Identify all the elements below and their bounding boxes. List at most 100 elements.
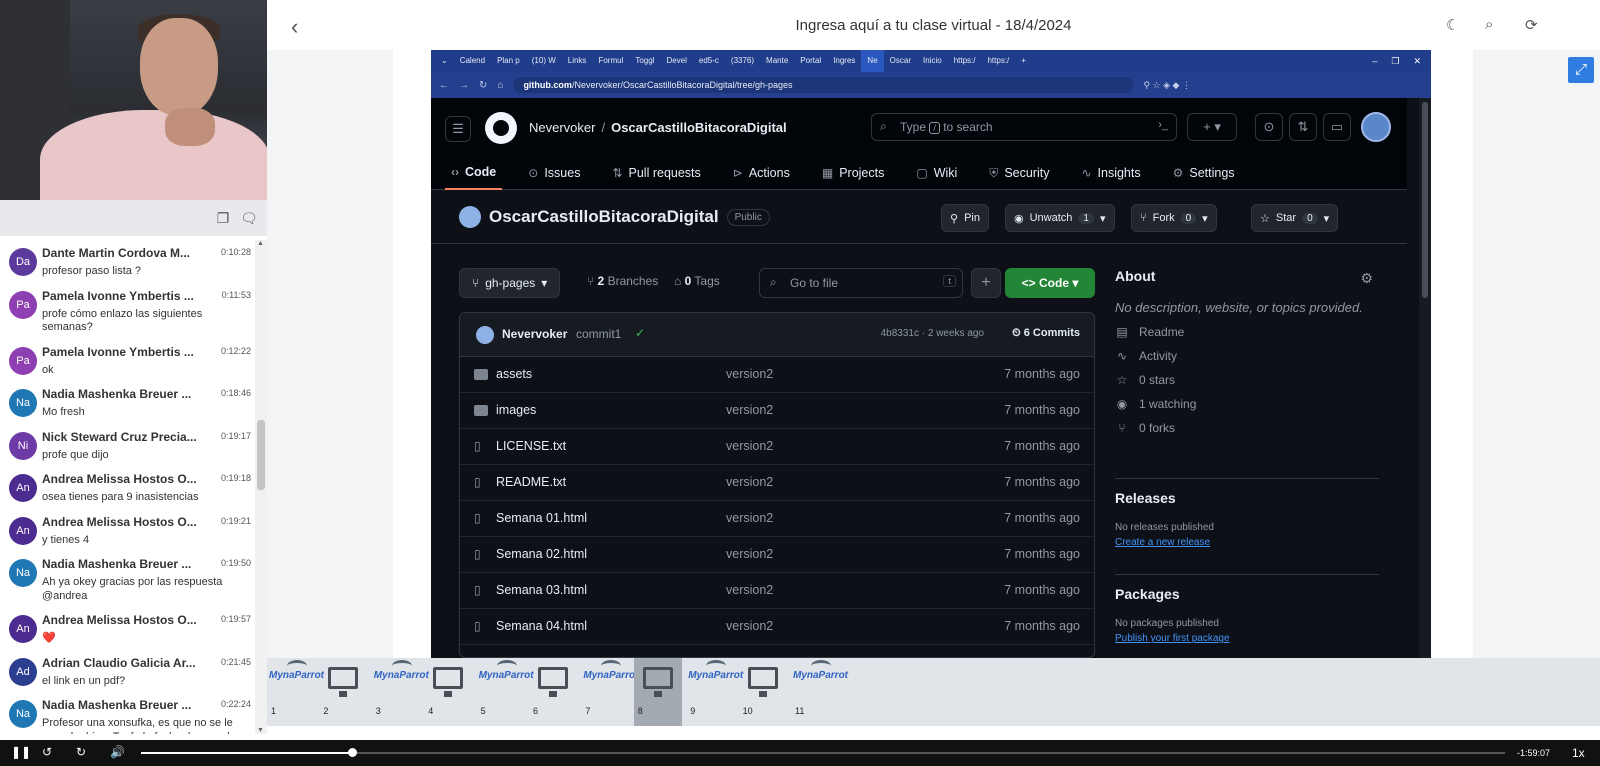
seek-bar[interactable] xyxy=(141,748,1505,757)
chat-message[interactable]: Da Dante Martin Cordova M... 0:10:28 profes… xyxy=(0,240,255,283)
github-search-box: ⌕ Type / to search ›_ xyxy=(871,113,1177,141)
slide-number: 4 xyxy=(428,706,434,716)
slide-thumbnail[interactable]: 8 xyxy=(633,658,682,726)
slide-thumbnail[interactable]: MynaParrot 9 xyxy=(686,658,743,726)
slide-number: 1 xyxy=(271,706,277,716)
file-name: Semana 01.html xyxy=(496,511,588,525)
chat-timestamp[interactable]: 0:19:18 xyxy=(221,473,251,483)
file-table: Nevervoker commit1 ✓ 4b8331c · 2 weeks a… xyxy=(459,312,1095,658)
webcam-video[interactable] xyxy=(0,0,267,200)
settings-icon: ⚙ xyxy=(1172,166,1184,180)
branches-link: ⑂ 2 Branches xyxy=(587,274,659,288)
mynaparrot-logo: MynaParrot xyxy=(793,660,848,681)
tab-insights: ∿ Insights xyxy=(1075,156,1146,190)
slide-thumbnail[interactable]: MynaParrot 3 xyxy=(372,658,429,726)
chat-author: Adrian Claudio Galicia Ar... xyxy=(42,655,196,670)
page-title: Ingresa aquí a tu clase virtual - 18/4/2… xyxy=(795,17,1072,34)
chat-message[interactable]: Na Nadia Mashenka Breuer ... 0:18:46 Mo fre… xyxy=(0,381,255,424)
chat-scroll-thumb[interactable] xyxy=(257,420,265,490)
seek-handle[interactable] xyxy=(348,748,358,757)
forward-icon[interactable]: ↻ xyxy=(76,745,86,759)
chat-message[interactable]: An Andrea Melissa Hostos O... 0:19:57 ❤️ xyxy=(0,607,255,650)
chat-timestamp[interactable]: 0:19:57 xyxy=(221,614,251,624)
fullscreen-expand-icon[interactable]: ⤢ xyxy=(1568,57,1594,83)
about-description: No description, website, or topics provi… xyxy=(1115,300,1363,315)
tags-label: Tags xyxy=(694,274,720,288)
search-placeholder-post: to search xyxy=(943,120,993,134)
chat-message-list: Da Dante Martin Cordova M... 0:10:28 profes… xyxy=(0,240,255,734)
browser-address-bar: ← → ↻ ⌂ github.com/Nevervoker/OscarCasti… xyxy=(431,72,1431,98)
slide-thumbnail[interactable]: MynaParrot 11 xyxy=(791,658,848,726)
breadcrumb-owner: Nevervoker xyxy=(529,120,596,135)
avatar: An xyxy=(9,516,37,545)
search-icon[interactable]: ⌕ xyxy=(1485,16,1493,33)
chat-message[interactable]: An Andrea Melissa Hostos O... 0:19:21 y tie… xyxy=(0,509,255,552)
chat-message[interactable]: Na Nadia Mashenka Breuer ... 0:19:50 Ah ya … xyxy=(0,551,255,607)
about-item: ∿ Activity xyxy=(1115,349,1379,363)
file-icon: ▯ xyxy=(474,619,481,633)
slide-thumbnail[interactable]: 4 xyxy=(424,658,472,726)
chat-timestamp[interactable]: 0:11:53 xyxy=(222,290,251,300)
copy-icon[interactable]: ❐ xyxy=(214,209,232,227)
tags-count: 0 xyxy=(684,274,692,288)
chat-bubbles-icon[interactable]: 🗨 xyxy=(240,209,258,227)
repo-nav: ‹› Code ⊙ Issues ⇅ Pull requests ⊳ Actions ▦ Proj… xyxy=(445,156,1241,190)
chat-timestamp[interactable]: 0:22:24 xyxy=(221,699,251,709)
chat-timestamp[interactable]: 0:12:22 xyxy=(221,346,251,356)
presenter-head xyxy=(140,18,218,116)
rotate-icon[interactable]: ⟳ xyxy=(1525,16,1538,34)
chat-author: Andrea Melissa Hostos O... xyxy=(42,613,197,627)
chat-message[interactable]: Ni Nick Steward Cruz Precia... 0:19:17 prof… xyxy=(0,424,255,467)
chat-timestamp[interactable]: 0:18:46 xyxy=(221,388,251,398)
slide-number: 6 xyxy=(533,706,539,716)
volume-icon[interactable]: 🔊 xyxy=(110,745,125,759)
star-button: ☆ Star 0 ▾ xyxy=(1251,204,1339,232)
tab-issues: ⊙ Issues xyxy=(522,156,586,190)
browser-back-icon: ← xyxy=(439,79,449,91)
playback-speed[interactable]: 1x xyxy=(1572,746,1585,760)
projects-icon: ▦ xyxy=(821,166,834,180)
hamburger-menu-icon: ☰ xyxy=(445,116,471,142)
monitor-icon xyxy=(538,667,568,697)
chat-scrollbar[interactable]: ▲ ▼ xyxy=(255,240,267,734)
tab-security: ⛨ Security xyxy=(983,156,1055,190)
chat-timestamp[interactable]: 0:10:28 xyxy=(221,247,251,257)
slide-thumbnail[interactable]: MynaParrot 1 xyxy=(267,658,324,726)
chat-author: Pamela Ivonne Ymbertis ... xyxy=(42,344,194,359)
slide-thumbnail[interactable]: 10 xyxy=(739,658,787,726)
browser-tab: (3376) xyxy=(730,56,755,65)
slide-thumbnail[interactable]: 2 xyxy=(319,658,367,726)
chat-message[interactable]: Pa Pamela Ivonne Ymbertis ... 0:12:22 ok xyxy=(0,339,255,382)
avatar: Ad xyxy=(9,657,37,686)
star-icon: ☆ xyxy=(1116,373,1128,387)
chat-message[interactable]: Na Nadia Mashenka Breuer ... 0:22:24 Profes… xyxy=(0,692,255,734)
chat-timestamp[interactable]: 0:21:45 xyxy=(221,657,251,667)
chat-timestamp[interactable]: 0:19:50 xyxy=(221,558,251,568)
about-item-label: 1 watching xyxy=(1139,397,1197,411)
browser-reload-icon: ↻ xyxy=(479,79,488,91)
chat-message[interactable]: An Andrea Melissa Hostos O... 0:19:18 osea … xyxy=(0,466,255,509)
dark-mode-moon-icon[interactable]: ☾ xyxy=(1446,16,1459,34)
slide-thumbnail[interactable]: 6 xyxy=(529,658,577,726)
commit-author-avatar xyxy=(476,326,494,344)
chat-message[interactable]: Pa Pamela Ivonne Ymbertis ... 0:11:53 profe… xyxy=(0,283,255,339)
parrot-icon xyxy=(391,660,412,672)
github-logo-icon xyxy=(485,112,517,144)
chat-message[interactable]: Ad Adrian Claudio Galicia Ar... 0:21:45 el … xyxy=(0,650,255,693)
browser-tab: Plan p xyxy=(497,56,520,65)
scroll-up-icon[interactable]: ▲ xyxy=(257,240,264,247)
chat-timestamp[interactable]: 0:19:21 xyxy=(221,516,251,526)
rewind-icon[interactable]: ↺ xyxy=(42,745,52,759)
pause-icon[interactable]: ❚❚ xyxy=(11,745,31,759)
file-row: assets version2 7 months ago xyxy=(460,357,1094,393)
slide-thumbnail[interactable]: MynaParrot 7 xyxy=(581,658,638,726)
tab-code: ‹› Code xyxy=(445,156,503,190)
security-icon: ⛨ xyxy=(989,165,999,180)
chat-timestamp[interactable]: 0:19:17 xyxy=(221,431,251,441)
browser-url: github.com/Nevervoker/OscarCastilloBitac… xyxy=(513,77,1134,93)
slide-thumbnail[interactable]: MynaParrot 5 xyxy=(477,658,534,726)
scroll-down-icon[interactable]: ▼ xyxy=(257,727,264,734)
fork-button: ⑂ Fork 0 ▾ xyxy=(1131,204,1217,232)
tab-label: Actions xyxy=(748,166,790,180)
file-row: ▯ Semana 02.html version2 7 months ago xyxy=(460,537,1094,573)
